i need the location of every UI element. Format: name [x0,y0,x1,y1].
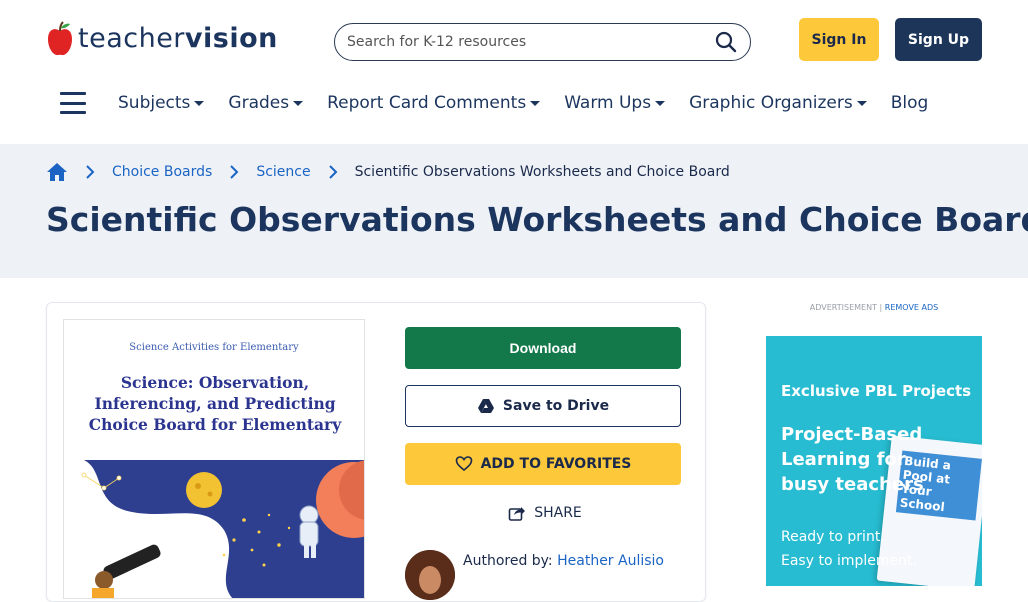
nav-item-label: Subjects [118,93,191,113]
search-bar [334,23,751,61]
share-button[interactable]: SHARE [505,500,585,526]
nav-item-warm-ups[interactable]: Warm Ups [564,93,666,113]
nav-item-label: Warm Ups [564,93,652,113]
author-avatar [405,550,455,600]
site-header: teachervision Sign In Sign Up Subjects G… [0,0,1028,144]
home-icon[interactable] [46,161,68,183]
heart-icon [455,456,472,472]
search-input[interactable] [347,34,708,50]
chevron-right-icon [328,165,338,179]
author-link[interactable]: Heather Aulisio [557,553,664,569]
share-icon [508,507,526,521]
caret-down-icon [856,100,867,106]
google-drive-icon [477,399,494,413]
share-label: SHARE [534,505,582,521]
logo-text-vision: vision [184,23,278,54]
save-to-drive-label: Save to Drive [502,398,610,414]
resource-preview-image[interactable]: Science Activities for Elementary Scienc… [63,319,365,599]
author-text: Authored by: Heather Aulisio [463,553,664,569]
page-title: Scientific Observations Worksheets and C… [46,200,1028,239]
breadcrumb: Choice Boards Science Scientific Observa… [46,160,730,184]
download-button[interactable]: Download [405,327,681,369]
main-nav: Subjects Grades Report Card Comments War… [60,84,952,122]
chevron-right-icon [86,165,95,179]
add-to-favorites-button[interactable]: ADD TO FAVORITES [405,443,681,485]
nav-item-report-card-comments[interactable]: Report Card Comments [327,93,541,113]
caret-down-icon [655,100,666,106]
logo-wordmark: teachervision [78,20,278,58]
nav-item-graphic-organizers[interactable]: Graphic Organizers [689,93,867,113]
remove-ads-link[interactable]: REMOVE ADS [885,303,938,312]
logo-text-teacher: teacher [78,23,185,54]
nav-item-label: Graphic Organizers [689,93,853,113]
ad-subheading: Project-Based Learning for busy teachers [781,424,924,495]
nav-item-label: Grades [228,93,290,113]
preview-header: Science Activities for Elementary Scienc… [64,320,364,460]
sign-in-button[interactable]: Sign In [799,18,879,61]
caret-down-icon [293,100,304,106]
nav-item-label: Blog [890,93,929,113]
search-icon[interactable] [714,30,738,54]
ad-heading: Exclusive PBL Projects [781,382,972,400]
advertisement-banner[interactable]: Build a Pool at Your School Exclusive PB… [766,336,982,586]
breadcrumb-choice-boards[interactable]: Choice Boards [112,164,212,180]
chevron-right-icon [230,165,239,179]
nav-item-blog[interactable]: Blog [891,93,929,113]
author-prefix: Authored by: [463,553,553,569]
teachervision-logo[interactable]: teachervision [46,20,278,58]
nav-item-label: Report Card Comments [327,93,527,113]
ad-line-1: Ready to print. [781,529,885,545]
author-photo-icon [405,550,455,600]
author-block: Authored by: Heather Aulisio [405,550,664,600]
save-to-drive-button[interactable]: Save to Drive [405,385,681,427]
nav-item-grades[interactable]: Grades [228,93,304,113]
hamburger-menu-icon[interactable] [60,92,86,114]
advertisement-label: ADVERTISEMENT | REMOVE ADS [766,303,982,312]
caret-down-icon [530,100,541,106]
nav-item-subjects[interactable]: Subjects [118,93,205,113]
apple-logo-icon [48,21,72,56]
caret-down-icon [194,100,205,106]
space-illustration [64,460,364,598]
preview-title: Science: Observation, Inferencing, and P… [88,373,342,434]
ad-line-2: Easy to implement. [781,553,917,569]
preview-subtitle: Science Activities for Elementary [129,342,299,353]
add-to-favorites-label: ADD TO FAVORITES [480,456,632,472]
sign-up-button[interactable]: Sign Up [895,18,982,61]
breadcrumb-science[interactable]: Science [256,164,310,180]
ad-label-text: ADVERTISEMENT | [809,303,883,312]
breadcrumb-current: Scientific Observations Worksheets and C… [354,164,730,180]
